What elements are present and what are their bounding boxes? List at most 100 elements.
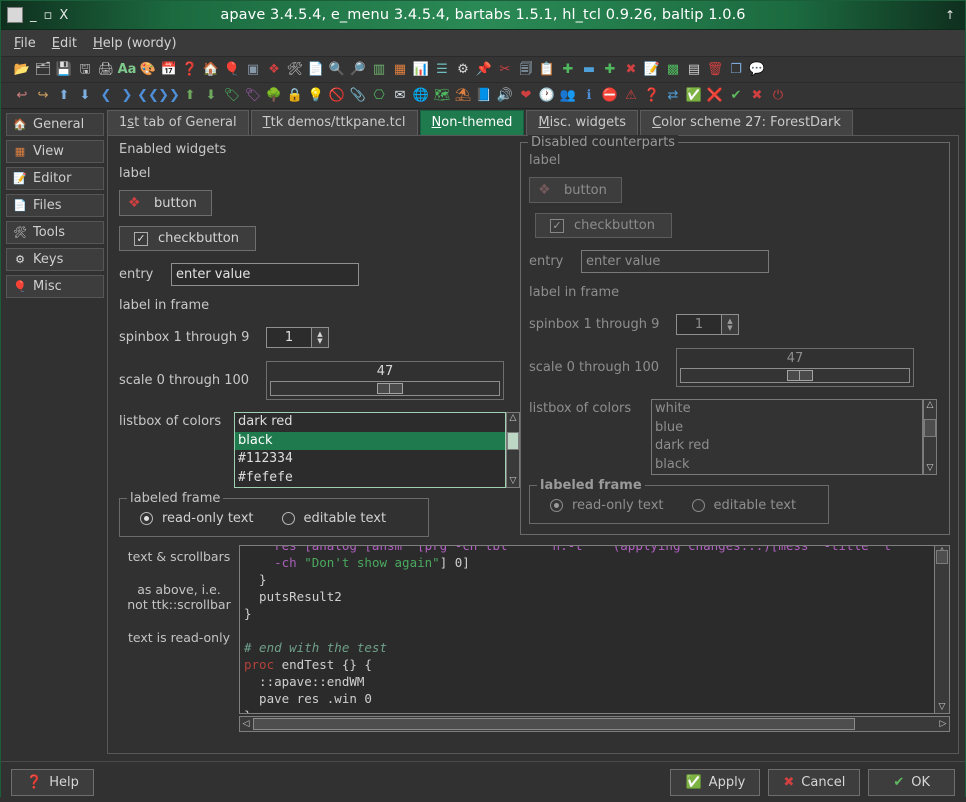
plus-icon[interactable]: ✚: [558, 60, 578, 79]
people-icon[interactable]: 👥: [558, 86, 578, 105]
share-icon[interactable]: ⎔: [369, 86, 389, 105]
spinbox-arrows[interactable]: ▲ ▼: [311, 328, 328, 347]
tab-1st-tab-of-general[interactable]: 1st tab of General: [107, 110, 249, 135]
terminal-icon[interactable]: ▣: [243, 60, 263, 79]
menu-file[interactable]: File: [7, 33, 43, 54]
tab-misc-widgets[interactable]: Misc. widgets: [526, 110, 639, 135]
font-icon[interactable]: Aa: [117, 60, 137, 79]
list-item[interactable]: #112334: [235, 450, 505, 469]
always-on-top-icon[interactable]: ↑: [945, 8, 965, 22]
warning-icon[interactable]: ⚠: [621, 86, 641, 105]
scrollbar-thumb[interactable]: [936, 549, 948, 564]
scroll-left-icon[interactable]: ◁: [240, 719, 252, 729]
power-icon[interactable]: ⏻: [768, 86, 788, 105]
info-icon[interactable]: ℹ: [579, 86, 599, 105]
tab-non-themed[interactable]: Non-themed: [419, 110, 525, 135]
scroll-up-icon[interactable]: △: [510, 413, 517, 424]
last-icon[interactable]: ❯❯: [158, 86, 180, 105]
colors-icon[interactable]: ❖: [264, 60, 284, 79]
globe-icon[interactable]: 🌐: [411, 86, 431, 105]
redo-icon[interactable]: ↪: [33, 86, 53, 105]
tools-icon[interactable]: 🛠: [285, 60, 305, 79]
down-arrow-icon[interactable]: ⬇: [75, 86, 95, 105]
sidebar-item-tools[interactable]: 🛠 Tools: [6, 221, 104, 244]
tag-purple-icon[interactable]: 🏷: [243, 86, 263, 105]
sidebar-item-view[interactable]: ▦ View: [6, 140, 104, 163]
next-icon[interactable]: ❯: [117, 86, 137, 105]
copy-icon[interactable]: 🗐: [516, 60, 536, 79]
undo-icon[interactable]: ↩: [12, 86, 32, 105]
lock-icon[interactable]: 🔒: [285, 86, 305, 105]
sidebar-item-keys[interactable]: ⚙ Keys: [6, 248, 104, 271]
cancel-button[interactable]: ✖ Cancel: [768, 768, 861, 796]
forbidden-icon[interactable]: 🚫: [327, 86, 347, 105]
text-vertical-scrollbar[interactable]: △ ▽: [934, 546, 949, 713]
box-icon[interactable]: ▤: [684, 60, 704, 79]
beach-icon[interactable]: ⛱: [453, 86, 473, 105]
apply-button[interactable]: ✅ Apply: [670, 768, 761, 796]
scroll-down-icon[interactable]: ▽: [939, 702, 946, 713]
heart-icon[interactable]: ❤: [516, 86, 536, 105]
maximize-button[interactable]: ▫: [44, 9, 53, 22]
list-item[interactable]: #fefefe: [235, 469, 505, 488]
menu-edit[interactable]: Edit: [45, 33, 84, 54]
cancel-circle-icon[interactable]: ❌: [705, 86, 725, 105]
home-icon[interactable]: 🏠: [201, 60, 221, 79]
help-question-icon[interactable]: ❓: [180, 60, 200, 79]
minimize-button[interactable]: _: [30, 9, 37, 22]
clock-icon[interactable]: 🕐: [537, 86, 557, 105]
balloons-icon[interactable]: 🎈: [222, 60, 242, 79]
code-text-area[interactable]: res [analog [ansm [prg -ch lbl n:-t (app…: [240, 546, 934, 713]
chevron-down-icon[interactable]: ▼: [317, 337, 322, 345]
chart-icon[interactable]: 📊: [411, 60, 431, 79]
download-icon[interactable]: ⬇: [201, 86, 221, 105]
enabled-entry-input[interactable]: enter value: [171, 263, 359, 286]
prev-icon[interactable]: ❮: [96, 86, 116, 105]
calendar-icon[interactable]: 📅: [159, 60, 179, 79]
enabled-scale[interactable]: 47: [266, 361, 504, 400]
mail-icon[interactable]: ✉: [390, 86, 410, 105]
enabled-radio-readonly[interactable]: read-only text: [140, 511, 254, 526]
question-icon[interactable]: ❓: [642, 86, 662, 105]
print-icon[interactable]: 🖨: [96, 60, 116, 79]
cross-icon[interactable]: ✖: [747, 86, 767, 105]
search-icon[interactable]: 🔍: [327, 60, 347, 79]
delete-red-icon[interactable]: ✖: [621, 60, 641, 79]
scale-thumb[interactable]: [377, 383, 403, 394]
help-button[interactable]: ❓ Help: [11, 768, 94, 796]
list-item[interactable]: dark red: [235, 413, 505, 432]
tab-color-scheme[interactable]: Color scheme 27: ForestDark: [640, 110, 853, 135]
first-icon[interactable]: ❮❮: [137, 86, 159, 105]
enabled-radio-editable[interactable]: editable text: [281, 511, 386, 526]
minus-circle-icon[interactable]: ⛔: [600, 86, 620, 105]
gear-icon[interactable]: ⚙: [453, 60, 473, 79]
speaker-icon[interactable]: 🔊: [495, 86, 515, 105]
attach-icon[interactable]: 📎: [348, 86, 368, 105]
folder-open-icon[interactable]: 📂: [12, 60, 32, 79]
save-icon[interactable]: 💾: [54, 60, 74, 79]
enabled-listbox[interactable]: dark red black #112334 #fefefe: [234, 412, 506, 488]
trash-icon[interactable]: 🗑: [705, 60, 725, 79]
tree-icon[interactable]: 🌳: [264, 86, 284, 105]
add-green-icon[interactable]: ✚: [600, 60, 620, 79]
sidebar-item-general[interactable]: 🏠 General: [6, 113, 104, 136]
scroll-down-icon[interactable]: ▽: [510, 476, 517, 487]
upload-icon[interactable]: ⬆: [180, 86, 200, 105]
map-icon[interactable]: 🗺: [432, 86, 452, 105]
table-icon[interactable]: ▩: [663, 60, 683, 79]
scissors-icon[interactable]: ✂: [495, 60, 515, 79]
scroll-right-icon[interactable]: ▷: [937, 719, 949, 729]
sync-icon[interactable]: ⇄: [663, 86, 683, 105]
ok-button[interactable]: ✔ OK: [868, 768, 955, 796]
check-circle-icon[interactable]: ✅: [684, 86, 704, 105]
enabled-spinbox-value[interactable]: 1: [267, 328, 311, 347]
file-blank-icon[interactable]: 📄: [306, 60, 326, 79]
folder-new-icon[interactable]: 🗂: [33, 60, 53, 79]
sidebar-item-files[interactable]: 📄 Files: [6, 194, 104, 217]
edit-note-icon[interactable]: 📝: [642, 60, 662, 79]
text-horizontal-scrollbar[interactable]: ◁ ▷: [239, 716, 950, 732]
list-icon[interactable]: ☰: [432, 60, 452, 79]
tag-green-icon[interactable]: 🏷: [222, 86, 242, 105]
find-replace-icon[interactable]: 🔎: [348, 60, 368, 79]
enabled-spinbox[interactable]: 1 ▲ ▼: [266, 327, 329, 348]
